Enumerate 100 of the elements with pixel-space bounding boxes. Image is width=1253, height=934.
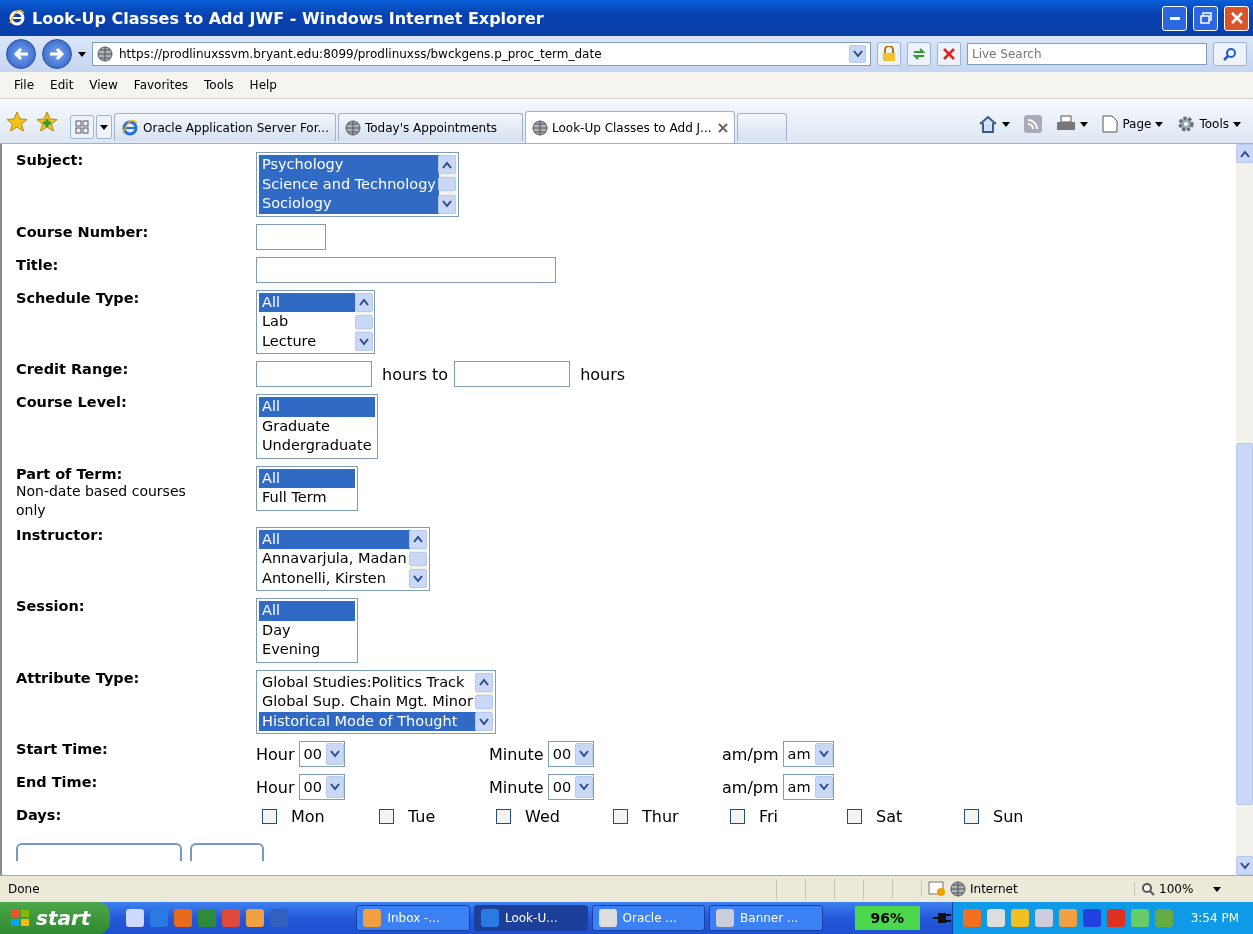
- menu-item[interactable]: Help: [241, 76, 285, 94]
- browser-tab[interactable]: Today's Appointments: [338, 113, 523, 141]
- checkbox[interactable]: [613, 809, 628, 824]
- tab-list-button[interactable]: [96, 115, 112, 139]
- command-button[interactable]: Tools: [1171, 115, 1247, 133]
- listbox[interactable]: Psychology Science and Technology Sociology: [256, 152, 459, 217]
- taskbar-button[interactable]: Inbox -...: [356, 905, 470, 931]
- text-field[interactable]: [256, 361, 372, 387]
- menu-item[interactable]: View: [81, 76, 126, 94]
- scroll-down-button[interactable]: [475, 712, 494, 731]
- dropdown[interactable]: am: [782, 741, 834, 767]
- button-top-edge[interactable]: [190, 843, 264, 861]
- search-button[interactable]: [1213, 42, 1247, 66]
- command-button[interactable]: Page: [1096, 115, 1170, 133]
- minimize-button[interactable]: [1162, 5, 1187, 31]
- checkbox[interactable]: [847, 809, 862, 824]
- checkbox[interactable]: [964, 809, 979, 824]
- taskbar-button[interactable]: Look-U...: [473, 905, 588, 931]
- scroll-thumb[interactable]: [475, 694, 494, 709]
- tray-icon[interactable]: [1106, 909, 1125, 927]
- text-field[interactable]: [256, 223, 326, 250]
- scroll-down-button[interactable]: [438, 194, 457, 214]
- dropdown[interactable]: 00: [547, 741, 595, 767]
- listbox-option[interactable]: All: [259, 468, 355, 488]
- quick-launch-icon[interactable]: [125, 909, 144, 927]
- house-icon: [978, 115, 999, 133]
- listbox-option[interactable]: Psychology: [259, 155, 439, 175]
- zoom-button[interactable]: 100%: [1134, 882, 1253, 896]
- scroll-thumb[interactable]: [409, 551, 428, 566]
- listbox-option[interactable]: Global Sup. Chain Mgt. Minor: [259, 692, 476, 712]
- field-label: Instructor:: [16, 526, 105, 543]
- listbox-option[interactable]: Sociology: [259, 194, 439, 214]
- browser-tab[interactable]: Look-Up Classes to Add J...: [525, 111, 735, 143]
- quick-launch-icon[interactable]: [245, 909, 264, 927]
- add-favorite-icon[interactable]: [36, 111, 58, 133]
- stop-button[interactable]: [937, 42, 961, 66]
- menu-item[interactable]: Favorites: [125, 76, 197, 94]
- field-label: Course Number:: [16, 223, 150, 240]
- quick-tabs-button[interactable]: [70, 115, 94, 139]
- caret-icon[interactable]: [78, 51, 86, 57]
- battery-meter: 96%: [854, 906, 921, 930]
- listbox-option[interactable]: Science and Technology: [259, 174, 439, 194]
- tray-icon[interactable]: [1034, 909, 1053, 927]
- scroll-up-button[interactable]: [1235, 144, 1253, 163]
- scroll-up-button[interactable]: [409, 529, 428, 549]
- scroll-down-button[interactable]: [1235, 856, 1253, 875]
- dropdown[interactable]: 00: [298, 774, 345, 800]
- search-field[interactable]: Live Search: [967, 43, 1207, 65]
- listbox-option[interactable]: All: [259, 601, 355, 621]
- dropdown[interactable]: 00: [298, 741, 345, 767]
- close-icon: [1230, 12, 1243, 24]
- listbox[interactable]: Global Studies:Politics Track Global Sup. Chain Mgt. Minor Historical Mode of Thought: [256, 669, 496, 734]
- restore-button[interactable]: [1193, 5, 1218, 31]
- listbox[interactable]: All Annavarjula, Madan Antonelli, Kirsten: [256, 526, 430, 591]
- menu-item[interactable]: Tools: [196, 76, 242, 94]
- dropdown[interactable]: 00: [547, 774, 595, 800]
- star-icon[interactable]: [6, 111, 28, 133]
- quick-launch-icon[interactable]: [173, 909, 192, 927]
- app-icon: [363, 909, 382, 927]
- checkbox[interactable]: [496, 809, 511, 824]
- listbox-option[interactable]: All: [259, 292, 355, 312]
- tray-icon[interactable]: [1010, 909, 1029, 927]
- text-field[interactable]: [256, 256, 556, 283]
- checkbox[interactable]: [379, 809, 394, 824]
- lock-button[interactable]: [877, 42, 901, 66]
- feed-icon: [1024, 115, 1043, 133]
- listbox[interactable]: All Full Term: [256, 465, 358, 511]
- minimize-icon: [1169, 16, 1180, 20]
- listbox-option[interactable]: Historical Mode of Thought: [259, 711, 476, 731]
- scroll-up-button[interactable]: [475, 672, 494, 692]
- taskbar-button[interactable]: Oracle ...: [591, 905, 706, 931]
- listbox-option[interactable]: All: [259, 397, 375, 417]
- checkbox[interactable]: [262, 809, 277, 824]
- scroll-up-button[interactable]: [438, 155, 457, 174]
- menu-item[interactable]: File: [6, 76, 43, 94]
- app-icon: [716, 909, 735, 927]
- listbox[interactable]: All Graduate Undergraduate: [256, 394, 378, 459]
- tray-icon[interactable]: [986, 909, 1005, 927]
- scroll-down-button[interactable]: [409, 569, 428, 588]
- start-button[interactable]: start: [0, 902, 110, 934]
- listbox[interactable]: All Day Evening: [256, 598, 358, 663]
- text-field[interactable]: [454, 361, 571, 387]
- dropdown[interactable]: am: [782, 774, 834, 800]
- address-field[interactable]: https://prodlinuxssvm.bryant.edu:8099/prodlinuxss/bwckgens.p_proc_term_date: [92, 42, 871, 66]
- close-button[interactable]: [1224, 5, 1249, 31]
- forward-button[interactable]: [42, 39, 72, 69]
- scroll-thumb[interactable]: [438, 177, 457, 192]
- scroll-thumb[interactable]: [1236, 443, 1253, 805]
- refresh-button[interactable]: [907, 42, 931, 66]
- close-icon[interactable]: [718, 122, 728, 133]
- tray-icon[interactable]: [1082, 909, 1101, 927]
- checkbox[interactable]: [730, 809, 745, 824]
- new-tab-button[interactable]: [737, 113, 787, 141]
- listbox-option[interactable]: All: [259, 529, 410, 549]
- listbox[interactable]: All Lab Lecture: [256, 289, 375, 354]
- menu-item[interactable]: Edit: [42, 76, 82, 94]
- taskbar-button[interactable]: Banner ...: [709, 905, 823, 931]
- back-button[interactable]: [6, 39, 36, 69]
- button-top-edge[interactable]: [16, 843, 182, 861]
- browser-tab[interactable]: Oracle Application Server For...: [114, 113, 336, 141]
